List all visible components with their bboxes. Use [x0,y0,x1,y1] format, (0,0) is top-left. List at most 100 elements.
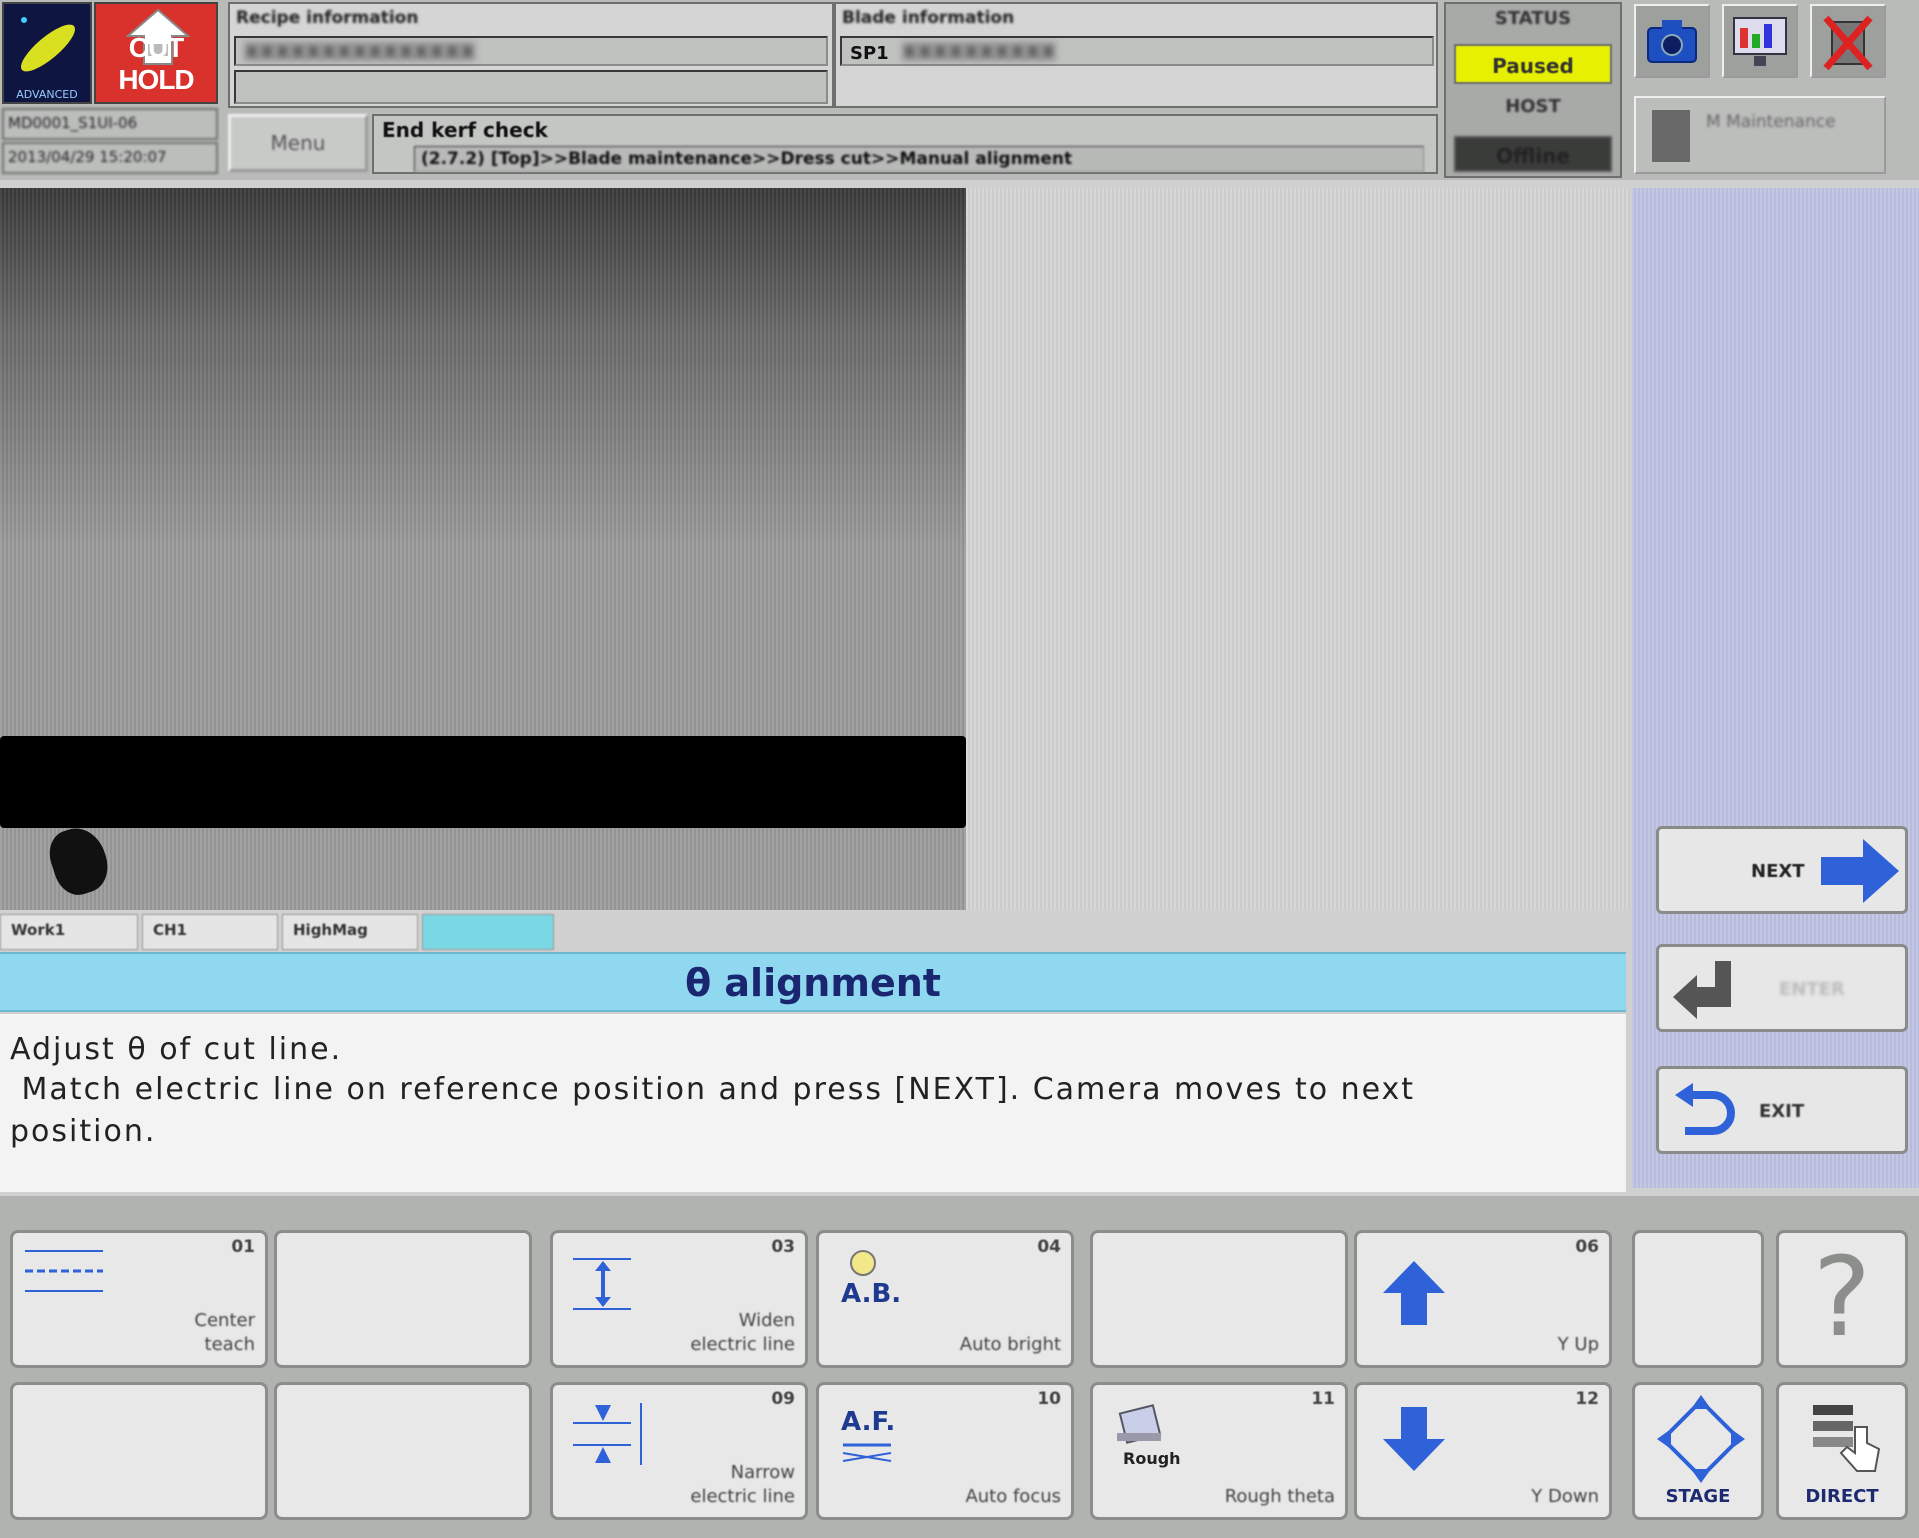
key-number: 12 [1575,1389,1599,1409]
instruction-line-1: Adjust θ of cut line. [10,1032,343,1067]
camera-view[interactable] [0,188,966,910]
display-button[interactable] [1722,4,1798,78]
key-label: Y Down [1531,1486,1599,1507]
enter-button[interactable]: ENTER [1656,944,1908,1032]
tab-highmag[interactable]: HighMag [282,914,418,950]
blade-info-label: Blade information [842,8,1015,28]
maintenance-button[interactable]: M Maintenance [1634,96,1886,174]
device-id: MD0001_S1UI-06 [2,108,218,140]
y-up-button[interactable]: 06 Y Up [1354,1230,1612,1368]
rough-theta-button[interactable]: Rough 11 Rough theta [1090,1382,1348,1520]
breadcrumb: (2.7.2) [Top]>>Blade maintenance>>Dress … [414,146,1424,172]
tab-sp1[interactable]: SP1 [422,914,554,950]
tab-work1[interactable]: Work1 [0,914,138,950]
key-label: Center teach [194,1310,255,1355]
enter-label: ENTER [1779,979,1845,1000]
center-teach-button[interactable]: 01 Center teach [10,1230,268,1368]
direct-touch-icon [1813,1405,1881,1472]
side-panel [1632,188,1919,1188]
close-icon [1823,15,1873,71]
date-time: 2013/04/29 15:20:07 [2,142,218,174]
enter-icon [1673,961,1731,1019]
logo-icon: ADVANCED [16,17,78,101]
narrow-line-button[interactable]: 09 Narrow electric line [550,1382,808,1520]
key-number: 11 [1311,1389,1335,1409]
recipe-info-field: XXXXXXXXXXXXXXX [234,36,828,66]
direct-button[interactable]: DIRECT [1776,1382,1908,1520]
operation-title: End kerf check [382,118,548,142]
host-label: HOST [1505,96,1561,117]
monitor-icon [1733,17,1787,66]
blade-value: XXXXXXXXXX [901,40,1056,64]
step-title-bar: θ alignment [0,952,1626,1012]
key-number: 01 [231,1237,255,1257]
key-number: 04 [1037,1237,1061,1257]
shutdown-button[interactable] [1810,4,1886,78]
tab-ch1[interactable]: CH1 [142,914,278,950]
recipe-value: XXXXXXXXXXXXXXX [244,40,476,64]
key-label: Rough theta [1224,1486,1335,1507]
auto-focus-icon-text: A.F. [841,1407,896,1437]
status-label: STATUS [1494,8,1572,29]
widen-icon [573,1258,631,1310]
instruction-line-2: Match electric line on reference positio… [10,1072,1416,1107]
cut-hold-indicator[interactable]: CUT HOLD [94,2,218,104]
instruction-line-3: position. [10,1114,157,1149]
arrow-right-icon [1821,839,1899,903]
status-panel: STATUS Paused HOST Offline [1444,2,1622,178]
key-label: Auto bright [959,1334,1061,1355]
recipe-info-field-2 [234,70,828,104]
center-line-icon [25,1250,103,1292]
empty-key-07[interactable] [1632,1230,1764,1368]
next-button[interactable]: NEXT [1656,826,1908,914]
arrow-up-icon [1383,1261,1445,1325]
recipe-info-panel: Recipe information XXXXXXXXXXXXXXX [228,2,834,108]
cut-hold-label: CUT HOLD [118,32,194,95]
kerf-line [0,736,966,828]
widen-line-button[interactable]: 03 Widen electric line [550,1230,808,1368]
stage-move-icon [1657,1395,1745,1483]
y-down-button[interactable]: 12 Y Down [1354,1382,1612,1520]
blade-info-field: SP1 XXXXXXXXXX [840,36,1434,66]
rough-theta-icon [1117,1404,1162,1444]
step-title: θ alignment [685,961,941,1005]
empty-key-08b[interactable] [274,1382,532,1520]
help-icon: ? [1812,1233,1872,1361]
company-logo: ADVANCED [2,2,92,104]
exit-icon [1675,1083,1735,1135]
stage-label: STAGE [1665,1486,1731,1507]
key-number: 10 [1037,1389,1061,1409]
key-label: Auto focus [965,1486,1061,1507]
key-number: 03 [771,1237,795,1257]
empty-key-08a[interactable] [10,1382,268,1520]
surface-defect [43,821,115,901]
blade-info-panel: Blade information SP1 XXXXXXXXXX [834,2,1438,108]
arrow-down-icon [1383,1407,1445,1471]
auto-bright-icon-text: A.B. [841,1279,902,1309]
stage-button[interactable]: STAGE [1632,1382,1764,1520]
key-number: 06 [1575,1237,1599,1257]
empty-key-02[interactable] [274,1230,532,1368]
key-label: Widen electric line [690,1310,795,1355]
auto-focus-button[interactable]: A.F. 10 Auto focus [816,1382,1074,1520]
maintenance-label: M Maintenance [1706,112,1836,132]
direct-label: DIRECT [1805,1486,1879,1507]
menu-button[interactable]: Menu [228,114,368,172]
key-label: Narrow electric line [690,1462,795,1507]
host-badge: Offline [1454,136,1612,172]
help-button[interactable]: ? [1776,1230,1908,1368]
reference-view [966,188,1630,910]
lamp-icon [850,1250,876,1276]
header-bar: ADVANCED CUT HOLD MD0001_S1UI-06 2013/04… [0,0,1919,180]
camera-icon [1647,20,1697,63]
auto-bright-button[interactable]: A.B. 04 Auto bright [816,1230,1074,1368]
status-badge: Paused [1454,44,1612,84]
maintenance-icon [1652,110,1690,162]
next-label: NEXT [1751,861,1805,882]
exit-button[interactable]: EXIT [1656,1066,1908,1154]
blade-prefix: SP1 [850,43,889,64]
narrow-icon [573,1403,642,1465]
empty-key-05[interactable] [1090,1230,1348,1368]
exit-label: EXIT [1759,1101,1805,1122]
camera-button[interactable] [1634,4,1710,78]
